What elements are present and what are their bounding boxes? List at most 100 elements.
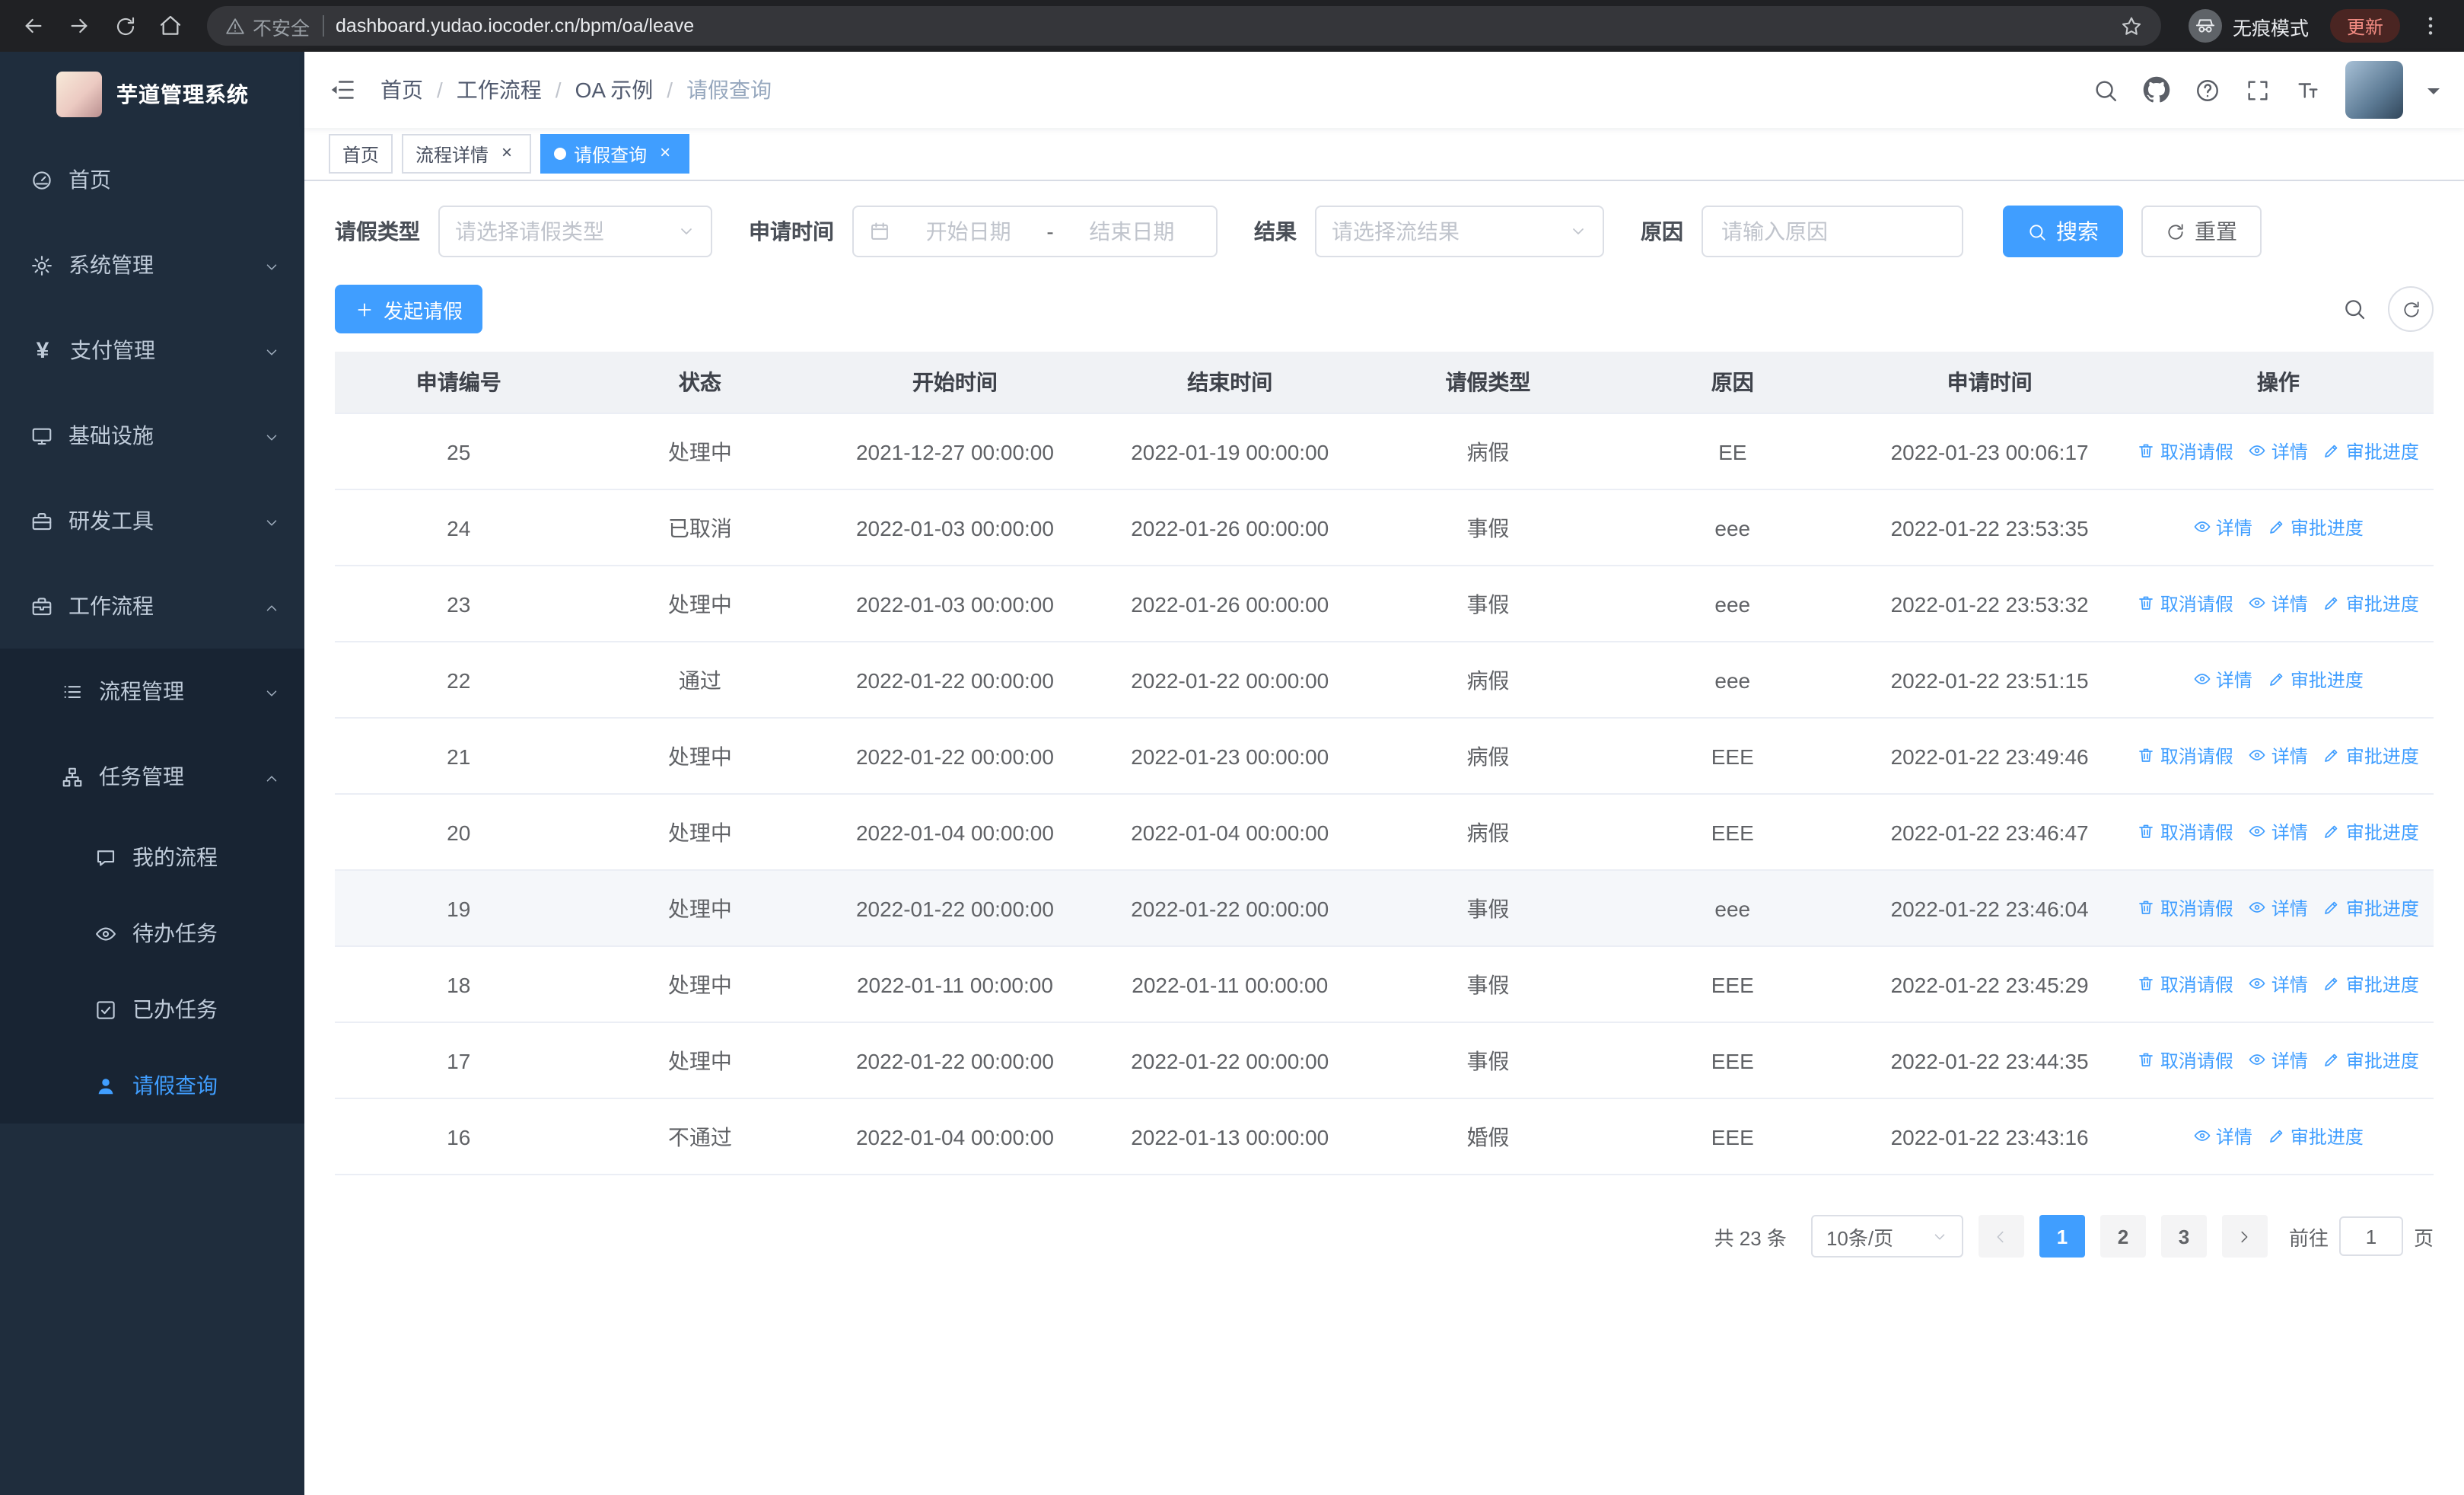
sidebar-item-my-process[interactable]: 我的流程 bbox=[0, 819, 304, 895]
detail-action[interactable]: 详情 bbox=[2249, 438, 2308, 464]
detail-action[interactable]: 详情 bbox=[2249, 1047, 2308, 1073]
github-button[interactable] bbox=[2143, 76, 2170, 104]
tab-请假查询[interactable]: 请假查询 × bbox=[540, 134, 690, 174]
apply-time-range-picker[interactable]: 开始日期 - 结束日期 bbox=[852, 206, 1218, 257]
back-button[interactable] bbox=[12, 5, 55, 47]
prev-page-button[interactable] bbox=[1978, 1215, 2024, 1258]
detail-action[interactable]: 详情 bbox=[2193, 1124, 2252, 1149]
tab-首页[interactable]: 首页 bbox=[329, 134, 393, 174]
detail-action[interactable]: 详情 bbox=[2249, 895, 2308, 921]
reload-button[interactable] bbox=[103, 5, 146, 47]
leave-type-select[interactable]: 请选择请假类型 bbox=[438, 206, 712, 257]
sidebar-item-done-tasks[interactable]: 已办任务 bbox=[0, 971, 304, 1047]
font-size-button[interactable] bbox=[2295, 77, 2321, 103]
security-chip[interactable]: 不安全 bbox=[225, 11, 310, 40]
sidebar-item-task-mgmt[interactable]: 任务管理 bbox=[0, 734, 304, 819]
sidebar-item-leave-query[interactable]: 请假查询 bbox=[0, 1047, 304, 1124]
search-icon bbox=[2345, 300, 2365, 320]
progress-action[interactable]: 审批进度 bbox=[2323, 591, 2419, 617]
cancel-action[interactable]: 取消请假 bbox=[2138, 743, 2233, 769]
progress-action[interactable]: 审批进度 bbox=[2268, 515, 2364, 540]
progress-action[interactable]: 审批进度 bbox=[2268, 1124, 2364, 1149]
cell-status: 处理中 bbox=[582, 794, 818, 871]
page-button-3[interactable]: 3 bbox=[2160, 1215, 2207, 1258]
sidebar-item-workflow[interactable]: 工作流程 bbox=[0, 563, 304, 649]
search-submit-button[interactable]: 搜索 bbox=[2003, 206, 2123, 257]
cell-status: 处理中 bbox=[582, 566, 818, 642]
help-button[interactable] bbox=[2195, 77, 2220, 103]
trash-icon bbox=[2139, 597, 2154, 610]
search-button[interactable] bbox=[2093, 77, 2119, 103]
collapse-sidebar-button[interactable] bbox=[329, 76, 356, 104]
toggle-search-button[interactable] bbox=[2342, 297, 2367, 321]
calendar-icon bbox=[869, 221, 890, 242]
cancel-action[interactable]: 取消请假 bbox=[2138, 819, 2233, 845]
detail-action[interactable]: 详情 bbox=[2249, 743, 2308, 769]
detail-action[interactable]: 详情 bbox=[2249, 819, 2308, 845]
refresh-table-button[interactable] bbox=[2388, 286, 2434, 332]
cell-reason: EEE bbox=[1609, 794, 1857, 871]
tab-流程详情[interactable]: 流程详情 × bbox=[402, 134, 532, 174]
user-avatar[interactable] bbox=[2345, 61, 2403, 119]
chevron-up-icon bbox=[266, 605, 277, 611]
address-bar[interactable]: 不安全 dashboard.yudao.iocoder.cn/bpm/oa/le… bbox=[207, 6, 2161, 46]
sidebar-item-todo-tasks[interactable]: 待办任务 bbox=[0, 895, 304, 971]
close-tab-icon[interactable]: × bbox=[654, 142, 676, 164]
breadcrumb-item-1[interactable]: 工作流程 bbox=[457, 75, 542, 105]
home-icon bbox=[160, 15, 181, 35]
next-page-button[interactable] bbox=[2221, 1215, 2268, 1258]
progress-action[interactable]: 审批进度 bbox=[2323, 438, 2419, 464]
cancel-action[interactable]: 取消请假 bbox=[2138, 1047, 2233, 1073]
breadcrumb-item-0[interactable]: 首页 bbox=[380, 75, 423, 105]
progress-action[interactable]: 审批进度 bbox=[2323, 819, 2419, 845]
breadcrumb-item-2[interactable]: OA 示例 bbox=[575, 75, 654, 105]
update-button[interactable]: 更新 bbox=[2329, 9, 2400, 43]
start-date-placeholder: 开始日期 bbox=[925, 219, 1011, 244]
cancel-action[interactable]: 取消请假 bbox=[2138, 438, 2233, 464]
detail-action[interactable]: 详情 bbox=[2193, 667, 2252, 693]
home-button[interactable] bbox=[149, 5, 192, 47]
detail-action[interactable]: 详情 bbox=[2249, 591, 2308, 617]
cell-id: 25 bbox=[335, 413, 583, 490]
fullscreen-button[interactable] bbox=[2245, 77, 2271, 103]
close-tab-icon[interactable]: × bbox=[496, 142, 517, 164]
progress-action[interactable]: 审批进度 bbox=[2323, 743, 2419, 769]
arrow-right-icon bbox=[71, 18, 88, 33]
sidebar-item-system[interactable]: 系统管理 bbox=[0, 222, 304, 308]
page-button-2[interactable]: 2 bbox=[2099, 1215, 2146, 1258]
sidebar-item-process-mgmt[interactable]: 流程管理 bbox=[0, 649, 304, 734]
cell-start: 2022-01-03 00:00:00 bbox=[817, 566, 1093, 642]
reset-button[interactable]: 重置 bbox=[2141, 206, 2262, 257]
sidebar-item-home[interactable]: 首页 bbox=[0, 137, 304, 222]
progress-action[interactable]: 审批进度 bbox=[2268, 667, 2364, 693]
cell-end: 2022-01-26 00:00:00 bbox=[1092, 489, 1367, 566]
page-size-select[interactable]: 10条/页 bbox=[1810, 1215, 1963, 1258]
cancel-action[interactable]: 取消请假 bbox=[2138, 895, 2233, 921]
progress-action[interactable]: 审批进度 bbox=[2323, 971, 2419, 997]
result-select[interactable]: 请选择流结果 bbox=[1315, 206, 1604, 257]
eye-icon bbox=[2249, 445, 2266, 457]
detail-action[interactable]: 详情 bbox=[2193, 515, 2252, 540]
bookmark-star-button[interactable] bbox=[2120, 14, 2143, 37]
sidebar-item-infra[interactable]: 基础设施 bbox=[0, 393, 304, 478]
cell-reason: eee bbox=[1609, 566, 1857, 642]
sidebar-item-payment[interactable]: ¥ 支付管理 bbox=[0, 308, 304, 393]
chrome-menu-button[interactable] bbox=[2409, 5, 2452, 47]
reason-input[interactable] bbox=[1718, 218, 1947, 245]
cancel-action[interactable]: 取消请假 bbox=[2138, 971, 2233, 997]
page-button-1[interactable]: 1 bbox=[2039, 1215, 2085, 1258]
create-leave-button[interactable]: 发起请假 bbox=[335, 285, 483, 333]
cell-end: 2022-01-22 00:00:00 bbox=[1092, 870, 1367, 947]
cell-apply_time: 2022-01-22 23:45:29 bbox=[1856, 946, 2123, 1023]
cell-start: 2021-12-27 00:00:00 bbox=[817, 413, 1093, 490]
progress-action[interactable]: 审批进度 bbox=[2323, 895, 2419, 921]
refresh-icon bbox=[2403, 301, 2418, 317]
sidebar-item-devtools[interactable]: 研发工具 bbox=[0, 478, 304, 563]
cancel-action[interactable]: 取消请假 bbox=[2138, 591, 2233, 617]
detail-action[interactable]: 详情 bbox=[2249, 971, 2308, 997]
forward-button[interactable] bbox=[58, 5, 100, 47]
avatar-caret-icon[interactable] bbox=[2427, 88, 2440, 100]
goto-page-input[interactable] bbox=[2338, 1216, 2403, 1256]
progress-action[interactable]: 审批进度 bbox=[2323, 1047, 2419, 1073]
cell-start: 2022-01-22 00:00:00 bbox=[817, 1022, 1093, 1099]
